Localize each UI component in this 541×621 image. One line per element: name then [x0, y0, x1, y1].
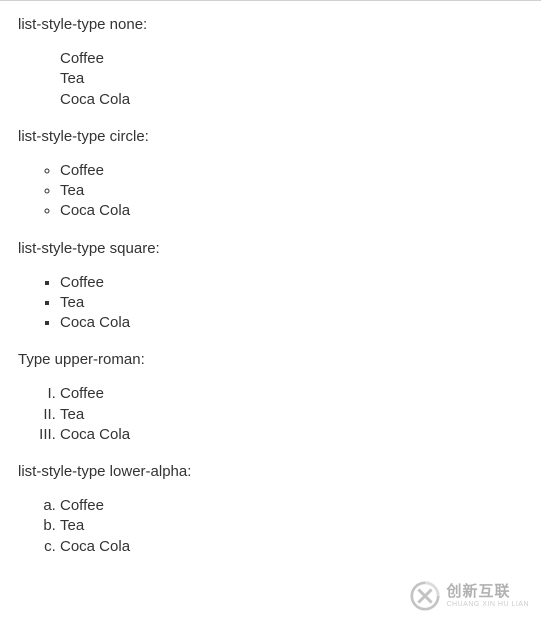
list-item: Tea [60, 405, 523, 425]
section-label-square: list-style-type square: [18, 240, 523, 257]
list-lower-alpha: Coffee Tea Coca Cola [18, 496, 523, 557]
list-item: Tea [60, 516, 523, 536]
list-item: Coca Cola [60, 537, 523, 557]
watermark-cn: 创新互联 [446, 584, 529, 599]
list-upper-roman: Coffee Tea Coca Cola [18, 384, 523, 445]
list-item: Tea [60, 69, 523, 89]
section-label-circle: list-style-type circle: [18, 128, 523, 145]
watermark-en: CHUANG XIN HU LIAN [446, 601, 529, 608]
list-square: Coffee Tea Coca Cola [18, 273, 523, 334]
list-item: Coca Cola [60, 201, 523, 221]
logo-icon [410, 581, 440, 611]
list-item: Coca Cola [60, 425, 523, 445]
list-item: Coffee [60, 49, 523, 69]
list-item: Coffee [60, 273, 523, 293]
watermark-text: 创新互联 CHUANG XIN HU LIAN [446, 584, 529, 608]
watermark: 创新互联 CHUANG XIN HU LIAN [404, 577, 535, 615]
section-label-upper-roman: Type upper-roman: [18, 351, 523, 368]
top-divider [0, 0, 541, 1]
list-item: Tea [60, 181, 523, 201]
list-item: Coffee [60, 384, 523, 404]
list-item: Coffee [60, 161, 523, 181]
section-label-none: list-style-type none: [18, 16, 523, 33]
section-label-lower-alpha: list-style-type lower-alpha: [18, 463, 523, 480]
list-item: Coffee [60, 496, 523, 516]
list-none: Coffee Tea Coca Cola [18, 49, 523, 110]
list-item: Coca Cola [60, 313, 523, 333]
list-item: Coca Cola [60, 90, 523, 110]
list-item: Tea [60, 293, 523, 313]
list-circle: Coffee Tea Coca Cola [18, 161, 523, 222]
